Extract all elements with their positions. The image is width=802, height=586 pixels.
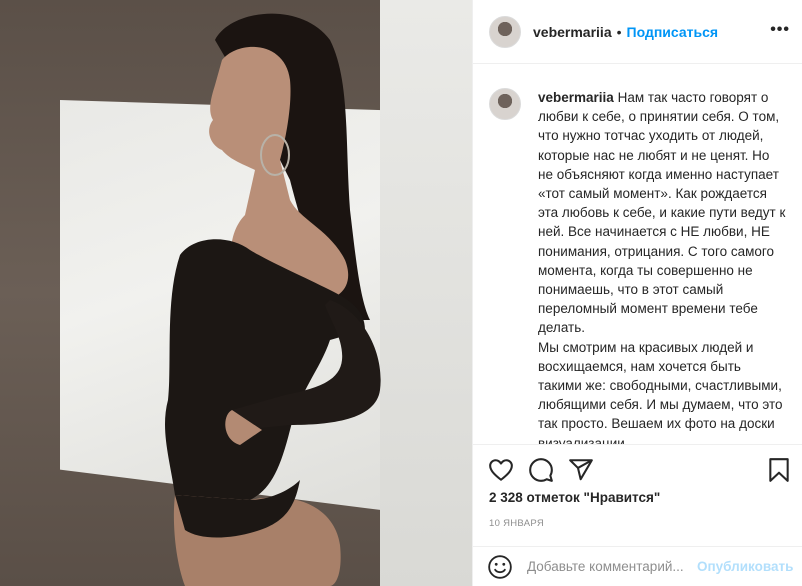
avatar[interactable] bbox=[489, 15, 521, 48]
post-side-panel: vebermariia • Подписаться ••• vebermarii… bbox=[472, 0, 802, 586]
follow-button[interactable]: Подписаться bbox=[627, 24, 719, 40]
caption-paragraph-2: Мы смотрим на красивых людей и восхищаем… bbox=[538, 339, 783, 444]
photo-figure bbox=[165, 13, 381, 586]
heart-icon[interactable] bbox=[488, 457, 514, 483]
caption-avatar[interactable] bbox=[489, 88, 521, 120]
caption-area[interactable]: vebermariia Нам так часто говорят о любв… bbox=[473, 64, 802, 444]
header-separator: • bbox=[616, 23, 622, 40]
comment-input[interactable] bbox=[527, 559, 697, 574]
publish-button[interactable]: Опубликовать bbox=[697, 559, 793, 574]
share-icon[interactable] bbox=[568, 457, 594, 483]
post-header: vebermariia • Подписаться ••• bbox=[473, 0, 802, 64]
more-options-icon[interactable]: ••• bbox=[770, 22, 790, 38]
caption-paragraph-1: Нам так часто говорят о любви к себе, о … bbox=[538, 90, 786, 336]
comment-icon[interactable] bbox=[528, 457, 554, 483]
caption-username[interactable]: vebermariia bbox=[538, 90, 614, 105]
emoji-icon[interactable] bbox=[487, 554, 513, 580]
header-username[interactable]: vebermariia bbox=[533, 24, 612, 40]
post-photo[interactable] bbox=[0, 0, 472, 586]
caption-text: vebermariia Нам так часто говорят о любв… bbox=[538, 88, 787, 444]
comment-bar: Опубликовать bbox=[473, 546, 802, 586]
caption-row: vebermariia Нам так часто говорят о любв… bbox=[489, 88, 787, 444]
post-date[interactable]: 10 января bbox=[489, 518, 544, 529]
bookmark-icon[interactable] bbox=[766, 457, 792, 483]
likes-count[interactable]: 2 328 отметок "Нравится" bbox=[489, 490, 660, 505]
actions-bar bbox=[473, 444, 802, 496]
